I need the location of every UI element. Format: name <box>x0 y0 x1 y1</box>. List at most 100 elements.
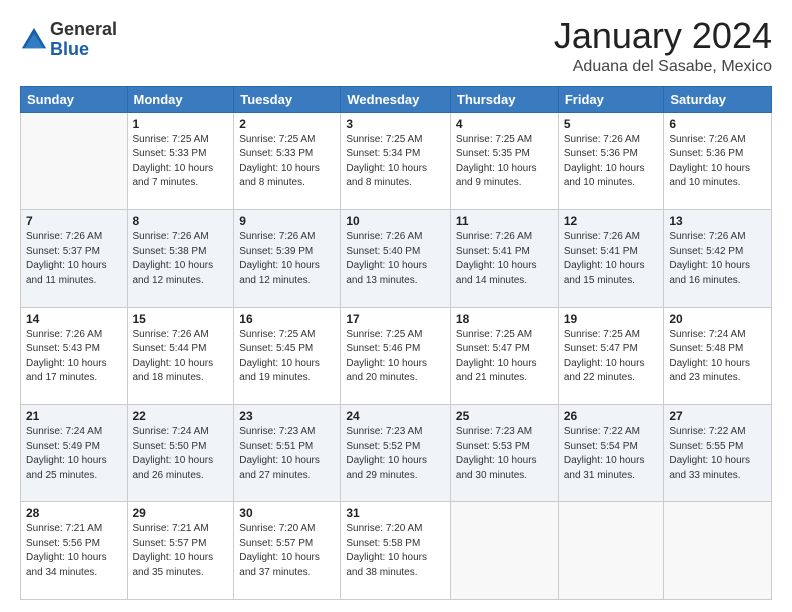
day-info: Sunrise: 7:23 AMSunset: 5:52 PMDaylight:… <box>346 425 445 483</box>
day-number: 9 <box>239 214 335 228</box>
day-info: Sunrise: 7:22 AMSunset: 5:54 PMDaylight:… <box>564 425 659 483</box>
calendar-cell: 2 Sunrise: 7:25 AMSunset: 5:33 PMDaylight… <box>234 112 341 209</box>
day-info: Sunrise: 7:26 AMSunset: 5:36 PMDaylight:… <box>564 133 659 191</box>
day-info: Sunrise: 7:22 AMSunset: 5:55 PMDaylight:… <box>669 425 766 483</box>
day-number: 12 <box>564 214 659 228</box>
day-number: 23 <box>239 409 335 423</box>
calendar-table: Sunday Monday Tuesday Wednesday Thursday… <box>20 86 772 600</box>
calendar-cell: 17 Sunrise: 7:25 AMSunset: 5:46 PMDayligh… <box>341 307 451 404</box>
day-number: 30 <box>239 506 335 520</box>
day-info: Sunrise: 7:21 AMSunset: 5:56 PMDaylight:… <box>26 522 122 580</box>
calendar-cell: 1 Sunrise: 7:25 AMSunset: 5:33 PMDaylight… <box>127 112 234 209</box>
calendar-cell: 9Sunrise: 7:26 AMSunset: 5:39 PMDaylight… <box>234 210 341 307</box>
day-number: 16 <box>239 312 335 326</box>
day-info: Sunrise: 7:26 AMSunset: 5:41 PMDaylight:… <box>564 230 659 288</box>
logo: General Blue <box>20 20 117 60</box>
day-info: Sunrise: 7:25 AMSunset: 5:35 PMDaylight:… <box>456 133 553 191</box>
weekday-header-row: Sunday Monday Tuesday Wednesday Thursday… <box>21 86 772 112</box>
day-info: Sunrise: 7:26 AMSunset: 5:43 PMDaylight:… <box>26 328 122 386</box>
calendar-cell: 29 Sunrise: 7:21 AMSunset: 5:57 PMDayligh… <box>127 502 234 600</box>
day-info: Sunrise: 7:25 AMSunset: 5:47 PMDaylight:… <box>564 328 659 386</box>
day-number: 29 <box>133 506 229 520</box>
day-number: 31 <box>346 506 445 520</box>
calendar-cell: 16Sunrise: 7:25 AMSunset: 5:45 PMDayligh… <box>234 307 341 404</box>
header-tuesday: Tuesday <box>234 86 341 112</box>
day-number: 13 <box>669 214 766 228</box>
day-number: 10 <box>346 214 445 228</box>
location-title: Aduana del Sasabe, Mexico <box>554 58 772 76</box>
calendar-cell: 24 Sunrise: 7:23 AMSunset: 5:52 PMDayligh… <box>341 405 451 502</box>
day-number: 15 <box>133 312 229 326</box>
calendar-cell: 5 Sunrise: 7:26 AMSunset: 5:36 PMDaylight… <box>558 112 664 209</box>
calendar-cell: 27 Sunrise: 7:22 AMSunset: 5:55 PMDayligh… <box>664 405 772 502</box>
day-info: Sunrise: 7:26 AMSunset: 5:40 PMDaylight:… <box>346 230 445 288</box>
calendar-cell: 23 Sunrise: 7:23 AMSunset: 5:51 PMDayligh… <box>234 405 341 502</box>
logo-blue-label: Blue <box>50 40 117 60</box>
day-number: 1 <box>133 117 229 131</box>
header: General Blue January 2024 Aduana del Sas… <box>20 16 772 76</box>
calendar-cell: 6Sunrise: 7:26 AMSunset: 5:36 PMDaylight… <box>664 112 772 209</box>
calendar-cell: 26 Sunrise: 7:22 AMSunset: 5:54 PMDayligh… <box>558 405 664 502</box>
day-number: 4 <box>456 117 553 131</box>
day-number: 3 <box>346 117 445 131</box>
day-number: 2 <box>239 117 335 131</box>
day-info: Sunrise: 7:23 AMSunset: 5:53 PMDaylight:… <box>456 425 553 483</box>
calendar-cell: 25Sunrise: 7:23 AMSunset: 5:53 PMDayligh… <box>450 405 558 502</box>
calendar-cell: 20Sunrise: 7:24 AMSunset: 5:48 PMDayligh… <box>664 307 772 404</box>
calendar-cell: 21 Sunrise: 7:24 AMSunset: 5:49 PMDayligh… <box>21 405 128 502</box>
day-number: 14 <box>26 312 122 326</box>
day-info: Sunrise: 7:26 AMSunset: 5:38 PMDaylight:… <box>133 230 229 288</box>
calendar-week-row: 1 Sunrise: 7:25 AMSunset: 5:33 PMDaylight… <box>21 112 772 209</box>
day-info: Sunrise: 7:25 AMSunset: 5:47 PMDaylight:… <box>456 328 553 386</box>
logo-text: General Blue <box>50 20 117 60</box>
day-number: 11 <box>456 214 553 228</box>
day-number: 17 <box>346 312 445 326</box>
calendar-cell: 30 Sunrise: 7:20 AMSunset: 5:57 PMDayligh… <box>234 502 341 600</box>
day-number: 26 <box>564 409 659 423</box>
calendar-week-row: 7Sunrise: 7:26 AMSunset: 5:37 PMDaylight… <box>21 210 772 307</box>
day-info: Sunrise: 7:21 AMSunset: 5:57 PMDaylight:… <box>133 522 229 580</box>
day-info: Sunrise: 7:26 AMSunset: 5:42 PMDaylight:… <box>669 230 766 288</box>
logo-general-label: General <box>50 20 117 40</box>
day-number: 21 <box>26 409 122 423</box>
day-info: Sunrise: 7:20 AMSunset: 5:57 PMDaylight:… <box>239 522 335 580</box>
day-info: Sunrise: 7:25 AMSunset: 5:33 PMDaylight:… <box>133 133 229 191</box>
calendar-cell <box>664 502 772 600</box>
day-number: 5 <box>564 117 659 131</box>
calendar-cell: 28 Sunrise: 7:21 AMSunset: 5:56 PMDayligh… <box>21 502 128 600</box>
calendar-week-row: 21 Sunrise: 7:24 AMSunset: 5:49 PMDayligh… <box>21 405 772 502</box>
day-info: Sunrise: 7:26 AMSunset: 5:37 PMDaylight:… <box>26 230 122 288</box>
day-number: 22 <box>133 409 229 423</box>
calendar-cell: 31 Sunrise: 7:20 AMSunset: 5:58 PMDayligh… <box>341 502 451 600</box>
day-info: Sunrise: 7:26 AMSunset: 5:36 PMDaylight:… <box>669 133 766 191</box>
day-info: Sunrise: 7:25 AMSunset: 5:33 PMDaylight:… <box>239 133 335 191</box>
calendar-cell: 12 Sunrise: 7:26 AMSunset: 5:41 PMDayligh… <box>558 210 664 307</box>
calendar-cell: 3Sunrise: 7:25 AMSunset: 5:34 PMDaylight… <box>341 112 451 209</box>
header-wednesday: Wednesday <box>341 86 451 112</box>
calendar-cell: 15Sunrise: 7:26 AMSunset: 5:44 PMDayligh… <box>127 307 234 404</box>
day-info: Sunrise: 7:23 AMSunset: 5:51 PMDaylight:… <box>239 425 335 483</box>
calendar-cell: 7Sunrise: 7:26 AMSunset: 5:37 PMDaylight… <box>21 210 128 307</box>
day-info: Sunrise: 7:24 AMSunset: 5:49 PMDaylight:… <box>26 425 122 483</box>
calendar-cell <box>450 502 558 600</box>
calendar-body: 1 Sunrise: 7:25 AMSunset: 5:33 PMDaylight… <box>21 112 772 599</box>
calendar-cell: 8 Sunrise: 7:26 AMSunset: 5:38 PMDaylight… <box>127 210 234 307</box>
calendar-cell: 19Sunrise: 7:25 AMSunset: 5:47 PMDayligh… <box>558 307 664 404</box>
page: General Blue January 2024 Aduana del Sas… <box>0 0 792 612</box>
day-number: 27 <box>669 409 766 423</box>
month-title: January 2024 <box>554 16 772 56</box>
header-friday: Friday <box>558 86 664 112</box>
day-info: Sunrise: 7:25 AMSunset: 5:46 PMDaylight:… <box>346 328 445 386</box>
calendar-cell: 13 Sunrise: 7:26 AMSunset: 5:42 PMDayligh… <box>664 210 772 307</box>
day-number: 24 <box>346 409 445 423</box>
day-info: Sunrise: 7:20 AMSunset: 5:58 PMDaylight:… <box>346 522 445 580</box>
logo-icon <box>20 26 48 54</box>
calendar-cell <box>21 112 128 209</box>
day-number: 8 <box>133 214 229 228</box>
calendar-cell: 11Sunrise: 7:26 AMSunset: 5:41 PMDayligh… <box>450 210 558 307</box>
calendar-cell: 18Sunrise: 7:25 AMSunset: 5:47 PMDayligh… <box>450 307 558 404</box>
day-number: 28 <box>26 506 122 520</box>
calendar-cell: 14 Sunrise: 7:26 AMSunset: 5:43 PMDayligh… <box>21 307 128 404</box>
day-number: 20 <box>669 312 766 326</box>
calendar-week-row: 28 Sunrise: 7:21 AMSunset: 5:56 PMDayligh… <box>21 502 772 600</box>
